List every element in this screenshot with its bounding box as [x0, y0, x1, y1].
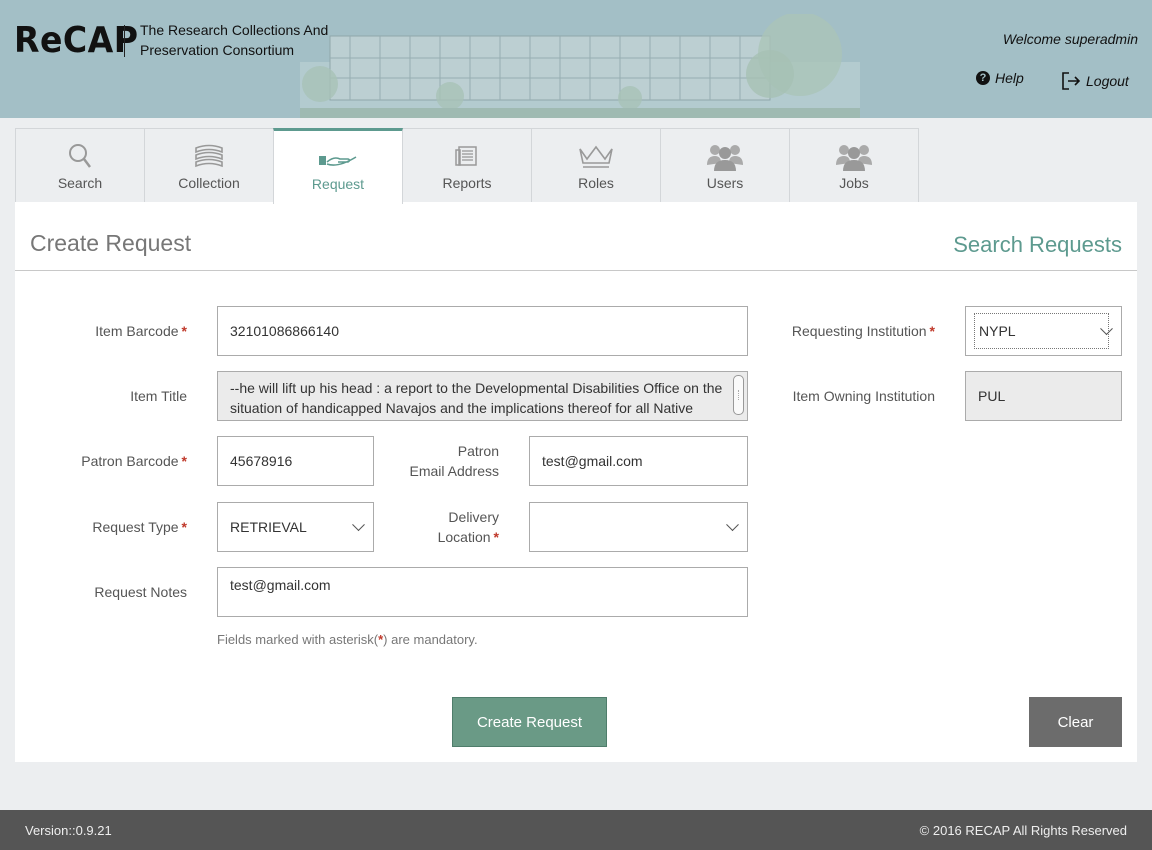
item-owning-institution-field: PUL [965, 371, 1122, 421]
item-owning-institution-label: Item Owning Institution [792, 388, 935, 404]
search-requests-link[interactable]: Search Requests [953, 232, 1122, 258]
delivery-location-label-line1: Delivery [448, 509, 499, 525]
request-type-label-text: Request Type [92, 519, 179, 535]
delivery-location-select[interactable] [529, 502, 748, 552]
required-marker: * [181, 519, 187, 535]
divider [15, 270, 1137, 271]
requesting-institution-label-text: Requesting Institution [791, 323, 927, 339]
logout-icon [1062, 72, 1081, 90]
tab-label: Reports [442, 175, 492, 191]
tab-search[interactable]: Search [15, 128, 145, 203]
request-notes-text[interactable]: test@gmail.com [230, 577, 331, 593]
requesting-institution-value: NYPL [974, 313, 1109, 349]
help-label: Help [995, 70, 1024, 86]
item-title-field[interactable]: --he will lift up his head : a report to… [217, 371, 748, 421]
help-link[interactable]: ? Help [976, 70, 1024, 86]
item-title-label: Item Title [130, 388, 187, 404]
required-marker: * [181, 453, 187, 469]
create-request-button[interactable]: Create Request [452, 697, 607, 747]
tab-roles[interactable]: Roles [531, 128, 661, 203]
item-barcode-label: Item Barcode * [45, 321, 187, 341]
patron-email-label-line2: Email Address [409, 463, 499, 479]
users-icon [834, 141, 874, 171]
patron-email-input[interactable] [542, 437, 747, 485]
delivery-location-label-line2: Location [437, 529, 491, 545]
patron-barcode-input[interactable] [230, 437, 373, 485]
required-marker: * [181, 323, 187, 339]
welcome-text: Welcome superadmin [1002, 31, 1138, 47]
item-barcode-input[interactable] [230, 307, 747, 355]
item-title-text: --he will lift up his head : a report to… [230, 380, 723, 416]
patron-barcode-label: Patron Barcode * [45, 451, 187, 471]
scrollbar[interactable] [733, 375, 744, 415]
tab-label: Collection [178, 175, 240, 191]
request-type-select[interactable]: RETRIEVAL [217, 502, 374, 552]
patron-barcode-field[interactable] [217, 436, 374, 486]
help-icon: ? [976, 71, 990, 85]
footer: Version::0.9.21 © 2016 RECAP All Rights … [0, 810, 1152, 850]
patron-email-label: Patron Email Address [395, 441, 499, 481]
tab-request[interactable]: Request [273, 128, 403, 204]
mandatory-fields-hint: Fields marked with asterisk(*) are manda… [217, 632, 478, 647]
tab-jobs[interactable]: Jobs [789, 128, 919, 203]
app-header: ReCAP The Research Collections And Prese… [0, 0, 1152, 118]
books-icon [189, 141, 229, 171]
request-notes-label: Request Notes [94, 584, 187, 600]
patron-email-field[interactable] [529, 436, 748, 486]
tab-users[interactable]: Users [660, 128, 790, 203]
create-request-panel: Create Request Search Requests Item Barc… [15, 202, 1137, 762]
logout-link[interactable]: Logout [1061, 72, 1129, 90]
item-owning-institution-value: PUL [978, 388, 1006, 404]
document-icon [447, 141, 487, 171]
crown-icon [576, 141, 616, 171]
copyright-text: © 2016 RECAP All Rights Reserved [919, 823, 1127, 838]
chevron-down-icon [352, 518, 365, 532]
page-title: Create Request [30, 230, 192, 256]
tab-label: Request [311, 176, 365, 192]
logo-divider [124, 25, 125, 57]
patron-email-label-line1: Patron [457, 443, 499, 459]
item-barcode-label-text: Item Barcode [95, 323, 179, 339]
version-text: Version::0.9.21 [25, 823, 112, 838]
tab-label: Users [706, 175, 744, 191]
tab-collection[interactable]: Collection [144, 128, 274, 203]
required-marker: * [493, 529, 499, 545]
required-marker: * [929, 323, 935, 339]
delivery-location-label: Delivery Location * [395, 507, 499, 547]
requesting-institution-select[interactable]: NYPL [965, 306, 1122, 356]
patron-barcode-label-text: Patron Barcode [81, 453, 179, 469]
search-icon [60, 141, 100, 171]
hint-text-after: ) are mandatory. [383, 632, 478, 647]
request-type-label: Request Type * [45, 517, 187, 537]
logout-label: Logout [1086, 73, 1129, 89]
main-tabs: Search Collection Request Reports Roles … [15, 128, 919, 204]
clear-button[interactable]: Clear [1029, 697, 1122, 747]
chevron-down-icon [726, 518, 739, 532]
tab-label: Roles [578, 175, 614, 191]
request-notes-field[interactable]: test@gmail.com [217, 567, 748, 617]
users-icon [705, 141, 745, 171]
tab-label: Jobs [839, 175, 869, 191]
request-type-value: RETRIEVAL [230, 519, 307, 535]
recap-logo[interactable]: ReCAP [14, 20, 138, 61]
tab-reports[interactable]: Reports [402, 128, 532, 203]
building-illustration [300, 14, 860, 118]
hand-request-icon [318, 143, 358, 173]
tab-label: Search [57, 175, 103, 191]
hint-text-before: Fields marked with asterisk( [217, 632, 379, 647]
requesting-institution-label: Requesting Institution * [775, 321, 935, 341]
item-barcode-field[interactable] [217, 306, 748, 356]
